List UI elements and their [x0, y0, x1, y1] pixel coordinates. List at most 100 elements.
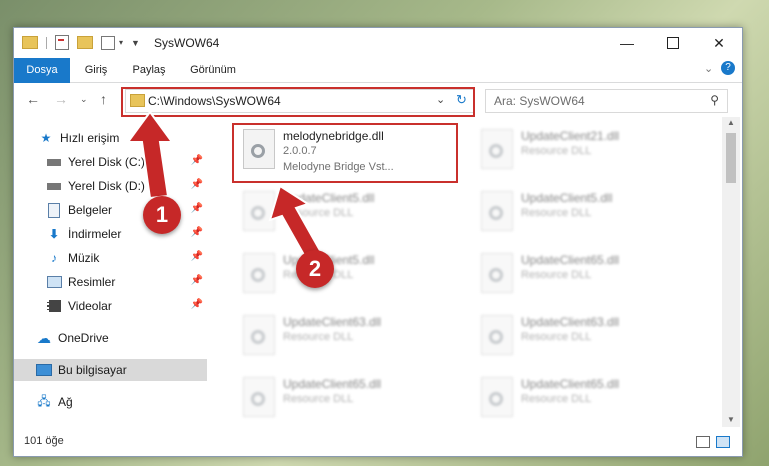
recent-locations-icon[interactable]: ⌄	[80, 94, 88, 105]
expand-ribbon-icon[interactable]: ⌄	[704, 62, 713, 75]
vertical-scrollbar[interactable]: ▲ ▼	[722, 117, 740, 427]
maximize-icon	[667, 37, 679, 49]
sidebar-item-label: Belgeler	[68, 203, 113, 217]
file-type: Resource DLL	[521, 269, 592, 281]
document-icon	[46, 202, 62, 218]
file-item[interactable]: UpdateClient5.dll Resource DLL	[475, 185, 705, 237]
pin-icon[interactable]: 📌	[191, 275, 203, 286]
file-name: UpdateClient5.dll	[521, 191, 613, 205]
sidebar-item-label: Resimler	[68, 275, 116, 289]
file-item[interactable]: UpdateClient5.dll Resource DLL	[237, 185, 467, 237]
sidebar-item-label: Hızlı erişim	[60, 131, 120, 145]
file-item[interactable]: UpdateClient65.dll Resource DLL	[475, 247, 705, 299]
sidebar-item-videos[interactable]: Videolar 📌	[14, 295, 207, 317]
dll-file-icon	[243, 377, 275, 417]
pin-icon[interactable]: 📌	[191, 155, 203, 166]
separator	[46, 36, 47, 49]
up-arrow-icon[interactable]: ↑	[100, 91, 107, 107]
file-name: UpdateClient65.dll	[521, 253, 620, 267]
file-item[interactable]: UpdateClient5.dll Resource DLL	[237, 247, 467, 299]
sidebar-item-music[interactable]: ♪ Müzik 📌	[14, 247, 207, 269]
sidebar-item-disk-c[interactable]: Yerel Disk (C:) 📌	[14, 151, 207, 173]
sidebar-item-label: Yerel Disk (C:)	[68, 155, 145, 169]
pin-icon[interactable]: 📌	[191, 299, 203, 310]
status-bar: 101 öğe	[14, 428, 742, 456]
minimize-icon: —	[620, 35, 634, 51]
details-view-icon[interactable]	[696, 436, 710, 448]
sidebar-item-disk-d[interactable]: Yerel Disk (D:) 📌	[14, 175, 207, 197]
search-icon[interactable]: ⚲	[710, 93, 719, 107]
search-box[interactable]: Ara: SysWOW64 ⚲	[485, 89, 728, 113]
sidebar-item-quick-access[interactable]: ★ Hızlı erişim	[14, 127, 207, 149]
file-name: UpdateClient65.dll	[283, 377, 382, 391]
navigation-pane: ★ Hızlı erişim Yerel Disk (C:) 📌 Yerel D…	[14, 123, 207, 413]
video-icon	[46, 299, 62, 313]
close-button[interactable]: ✕	[696, 28, 742, 58]
dll-file-icon	[481, 129, 513, 169]
file-name: UpdateClient63.dll	[521, 315, 620, 329]
file-type: Resource DLL	[521, 393, 592, 405]
file-item[interactable]: UpdateClient65.dll Resource DLL	[237, 371, 467, 423]
pin-icon[interactable]: 📌	[191, 251, 203, 262]
properties-icon[interactable]	[55, 35, 69, 50]
sidebar-item-pictures[interactable]: Resimler 📌	[14, 271, 207, 293]
pin-icon[interactable]: 📌	[191, 179, 203, 190]
dll-file-icon	[243, 253, 275, 293]
maximize-button[interactable]	[650, 28, 696, 58]
help-icon[interactable]: ?	[721, 61, 735, 75]
file-name: UpdateClient21.dll	[521, 129, 620, 143]
file-item[interactable]: UpdateClient63.dll Resource DLL	[475, 309, 705, 361]
sidebar-item-label: Yerel Disk (D:)	[68, 179, 145, 193]
sidebar-item-network[interactable]: 🖧 Ağ	[14, 391, 207, 413]
sidebar-item-label: Videolar	[68, 299, 112, 313]
scrollbar-thumb[interactable]	[726, 133, 736, 183]
tab-share[interactable]: Paylaş	[126, 58, 172, 82]
ribbon-tabs: Dosya Giriş Paylaş Görünüm ⌄ ?	[14, 58, 742, 110]
star-icon: ★	[40, 131, 52, 145]
file-name: UpdateClient65.dll	[521, 377, 620, 391]
dll-file-icon	[243, 191, 275, 231]
file-type: Resource DLL	[283, 393, 354, 405]
address-highlight-box	[121, 87, 475, 117]
minimize-button[interactable]: —	[604, 28, 650, 58]
dll-file-icon	[481, 191, 513, 231]
sidebar-item-onedrive[interactable]: ☁ OneDrive	[14, 327, 207, 349]
file-name: UpdateClient63.dll	[283, 315, 382, 329]
file-item[interactable]: UpdateClient65.dll Resource DLL	[475, 371, 705, 423]
chevron-down-icon[interactable]: ▾	[119, 38, 123, 47]
scroll-down-icon[interactable]: ▼	[727, 415, 735, 424]
drive-icon	[46, 179, 62, 193]
scroll-up-icon[interactable]: ▲	[727, 118, 735, 127]
music-icon: ♪	[51, 251, 57, 265]
file-type: Resource DLL	[521, 145, 592, 157]
dll-file-icon	[481, 253, 513, 293]
back-arrow-icon[interactable]: ←	[26, 91, 40, 107]
folder-icon[interactable]	[22, 36, 38, 49]
sidebar-item-this-pc[interactable]: Bu bilgisayar	[14, 359, 207, 381]
tab-view[interactable]: Görünüm	[184, 58, 242, 82]
large-icons-view-icon[interactable]	[716, 436, 730, 448]
download-icon: ⬇	[48, 227, 60, 241]
sidebar-item-downloads[interactable]: ⬇ İndirmeler 📌	[14, 223, 207, 245]
tab-home[interactable]: Giriş	[76, 58, 116, 82]
file-type: Resource DLL	[283, 331, 354, 343]
file-type: Resource DLL	[521, 331, 592, 343]
file-type: Resource DLL	[521, 207, 592, 219]
explorer-window: ▾ ▼ SysWOW64 — ✕ Dosya Giriş Paylaş Görü…	[13, 27, 743, 457]
pin-icon[interactable]: 📌	[191, 203, 203, 214]
item-count: 101 öğe	[24, 435, 64, 447]
title-bar: ▾ ▼ SysWOW64 — ✕	[14, 28, 742, 58]
pin-icon[interactable]: 📌	[191, 227, 203, 238]
view-options-icon[interactable]	[101, 35, 115, 50]
sidebar-item-label: İndirmeler	[68, 227, 122, 241]
sidebar-item-label: OneDrive	[58, 331, 109, 345]
sidebar-item-label: Bu bilgisayar	[58, 363, 127, 377]
search-input[interactable]: Ara: SysWOW64	[494, 94, 585, 108]
file-item[interactable]: UpdateClient21.dll Resource DLL	[475, 123, 705, 175]
new-folder-icon[interactable]	[77, 36, 93, 49]
customize-toolbar-icon[interactable]: ▼	[131, 38, 140, 48]
close-icon: ✕	[713, 34, 725, 51]
file-item[interactable]: UpdateClient63.dll Resource DLL	[237, 309, 467, 361]
forward-arrow-icon[interactable]: →	[54, 91, 68, 107]
sidebar-item-label: Müzik	[68, 251, 100, 265]
